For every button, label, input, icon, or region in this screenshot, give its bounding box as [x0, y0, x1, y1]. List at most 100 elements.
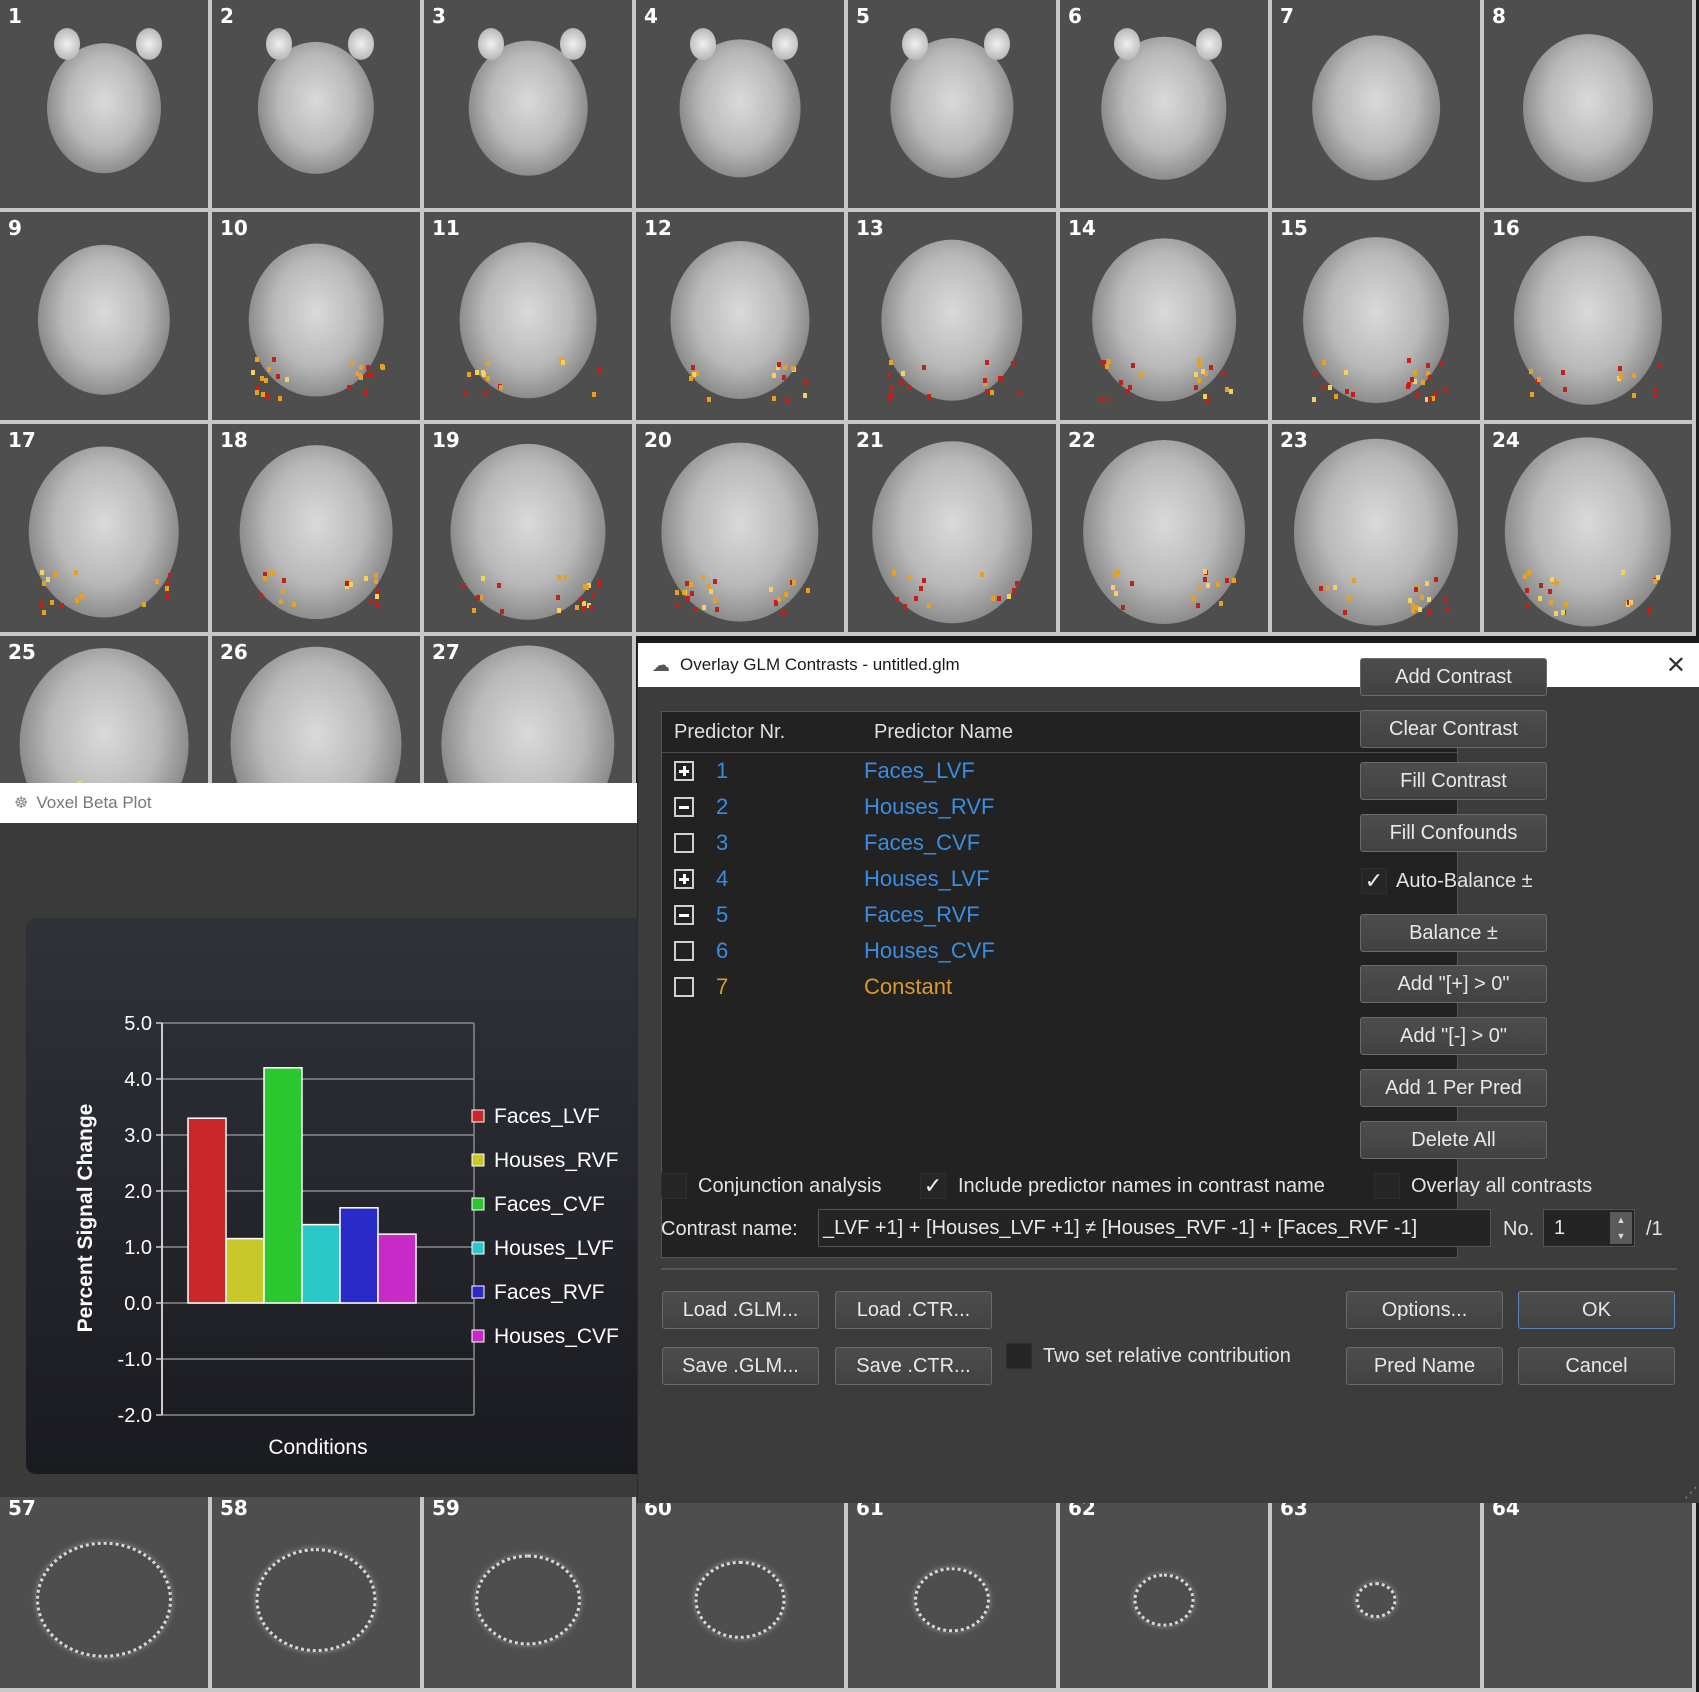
- beta-plot-panel: 5.0 4.0 3.0 2.0 1.0 0.0 -1.0 -2.0 Conditions Perc…: [26, 918, 639, 1474]
- slice-tile[interactable]: 62: [1060, 1492, 1272, 1692]
- slice-tile[interactable]: 14: [1060, 212, 1272, 424]
- activation-voxel: [255, 390, 260, 396]
- slice-tile[interactable]: 9: [0, 212, 212, 424]
- activation-voxel: [1110, 584, 1115, 590]
- predictor-row[interactable]: 1 Faces_LVF: [662, 753, 1457, 789]
- slice-tile[interactable]: 64: [1484, 1492, 1696, 1692]
- slice-tile[interactable]: 16: [1484, 212, 1696, 424]
- slice-tile[interactable]: 13: [848, 212, 1060, 424]
- two-set-relative-contribution-checkbox[interactable]: [1006, 1343, 1032, 1369]
- slice-number: 3: [432, 4, 446, 28]
- plus-box-icon[interactable]: [674, 761, 694, 781]
- activation-voxel: [1426, 596, 1431, 602]
- cancel-button[interactable]: Cancel: [1518, 1347, 1675, 1385]
- slice-tile[interactable]: 24: [1484, 424, 1696, 636]
- activation-voxel: [707, 584, 712, 590]
- slice-tile[interactable]: 22: [1060, 424, 1272, 636]
- slice-tile[interactable]: 1: [0, 0, 212, 212]
- col-header-predictor-nr: Predictor Nr.: [674, 720, 786, 743]
- activation-voxel: [1006, 594, 1011, 600]
- predictor-row[interactable]: 7 Constant: [662, 969, 1457, 1005]
- slice-tile[interactable]: 6: [1060, 0, 1272, 212]
- slice-tile[interactable]: 59: [424, 1492, 636, 1692]
- minus-box-icon[interactable]: [674, 797, 694, 817]
- close-icon[interactable]: ✕: [1666, 651, 1686, 680]
- auto-balance-checkbox[interactable]: ✓: [1361, 868, 1387, 894]
- add-one-per-pred-button[interactable]: Add 1 Per Pred: [1360, 1069, 1547, 1107]
- slice-tile[interactable]: 17: [0, 424, 212, 636]
- fill-contrast-button[interactable]: Fill Contrast: [1360, 762, 1547, 800]
- load-glm-button[interactable]: Load .GLM...: [662, 1291, 819, 1329]
- slice-tile[interactable]: 23: [1272, 424, 1484, 636]
- ok-button[interactable]: OK: [1518, 1291, 1675, 1329]
- save-glm-button[interactable]: Save .GLM...: [662, 1347, 819, 1385]
- fill-confounds-button[interactable]: Fill Confounds: [1360, 814, 1547, 852]
- slice-number: 2: [220, 4, 234, 28]
- spin-arrows-icon[interactable]: ▲ ▼: [1610, 1212, 1632, 1244]
- plus-box-icon[interactable]: [674, 869, 694, 889]
- slice-tile[interactable]: 58: [212, 1492, 424, 1692]
- slice-tile[interactable]: 15: [1272, 212, 1484, 424]
- predictor-row[interactable]: 3 Faces_CVF: [662, 825, 1457, 861]
- slice-number: 19: [432, 428, 460, 452]
- slice-tile[interactable]: 5: [848, 0, 1060, 212]
- activation-voxel: [1618, 374, 1623, 380]
- slice-tile[interactable]: 12: [636, 212, 848, 424]
- add-contrast-button[interactable]: Add Contrast: [1360, 658, 1547, 696]
- activation-voxel: [358, 372, 363, 378]
- slice-tile[interactable]: 2: [212, 0, 424, 212]
- include-predictor-names-checkbox[interactable]: ✓: [920, 1173, 946, 1199]
- slice-tile[interactable]: 7: [1272, 0, 1484, 212]
- balance-button[interactable]: Balance ±: [1360, 914, 1547, 952]
- slice-tile[interactable]: 63: [1272, 1492, 1484, 1692]
- add-plus-gt-zero-button[interactable]: Add "[+] > 0": [1360, 965, 1547, 1003]
- activation-voxel: [983, 378, 988, 384]
- activation-voxel: [1421, 380, 1426, 386]
- predictor-number: 3: [716, 830, 729, 855]
- slice-tile[interactable]: 20: [636, 424, 848, 636]
- predictor-row[interactable]: 5 Faces_RVF: [662, 897, 1457, 933]
- slice-tile[interactable]: 18: [212, 424, 424, 636]
- slice-tile[interactable]: 57: [0, 1492, 212, 1692]
- activation-voxel: [903, 604, 908, 610]
- activation-voxel: [281, 589, 286, 595]
- options-button[interactable]: Options...: [1346, 1291, 1503, 1329]
- predictor-row[interactable]: 6 Houses_CVF: [662, 933, 1457, 969]
- activation-voxel: [1100, 397, 1105, 403]
- slice-tile[interactable]: 3: [424, 0, 636, 212]
- contrast-name-input[interactable]: _LVF +1] + [Houses_LVF +1] ≠ [Houses_RVF…: [818, 1209, 1491, 1247]
- predictor-row[interactable]: 4 Houses_LVF: [662, 861, 1457, 897]
- delete-all-button[interactable]: Delete All: [1360, 1121, 1547, 1159]
- overlay-all-contrasts-checkbox[interactable]: [1374, 1173, 1400, 1199]
- empty-box-icon[interactable]: [674, 833, 694, 853]
- beta-plot-titlebar[interactable]: ☸ Voxel Beta Plot: [0, 783, 639, 823]
- activation-voxel: [785, 398, 790, 404]
- slice-tile[interactable]: 8: [1484, 0, 1696, 212]
- empty-box-icon[interactable]: [674, 977, 694, 997]
- slice-tile[interactable]: 61: [848, 1492, 1060, 1692]
- contrast-number-spinbox[interactable]: 1 ▲ ▼: [1543, 1209, 1635, 1247]
- empty-box-icon[interactable]: [674, 941, 694, 961]
- add-minus-gt-zero-button[interactable]: Add "[-] > 0": [1360, 1017, 1547, 1055]
- slice-tile[interactable]: 11: [424, 212, 636, 424]
- slice-tile[interactable]: 21: [848, 424, 1060, 636]
- conjunction-analysis-checkbox[interactable]: [661, 1173, 687, 1199]
- minus-box-icon[interactable]: [674, 905, 694, 925]
- activation-voxel: [706, 396, 711, 402]
- activation-voxel: [1320, 384, 1325, 390]
- activation-voxel: [1427, 609, 1432, 615]
- activation-voxel: [165, 586, 170, 592]
- save-ctr-button[interactable]: Save .CTR...: [835, 1347, 992, 1385]
- activation-voxel: [1410, 377, 1415, 383]
- slice-tile[interactable]: 4: [636, 0, 848, 212]
- resize-grip-icon[interactable]: ⋰: [1684, 1484, 1698, 1501]
- clear-contrast-button[interactable]: Clear Contrast: [1360, 710, 1547, 748]
- pred-name-button[interactable]: Pred Name: [1346, 1347, 1503, 1385]
- slice-tile[interactable]: 10: [212, 212, 424, 424]
- brain-slice-image: [694, 1560, 786, 1639]
- slice-tile[interactable]: 60: [636, 1492, 848, 1692]
- slice-tile[interactable]: 19: [424, 424, 636, 636]
- predictor-row[interactable]: 2 Houses_RVF: [662, 789, 1457, 825]
- load-ctr-button[interactable]: Load .CTR...: [835, 1291, 992, 1329]
- activation-voxel: [712, 579, 717, 585]
